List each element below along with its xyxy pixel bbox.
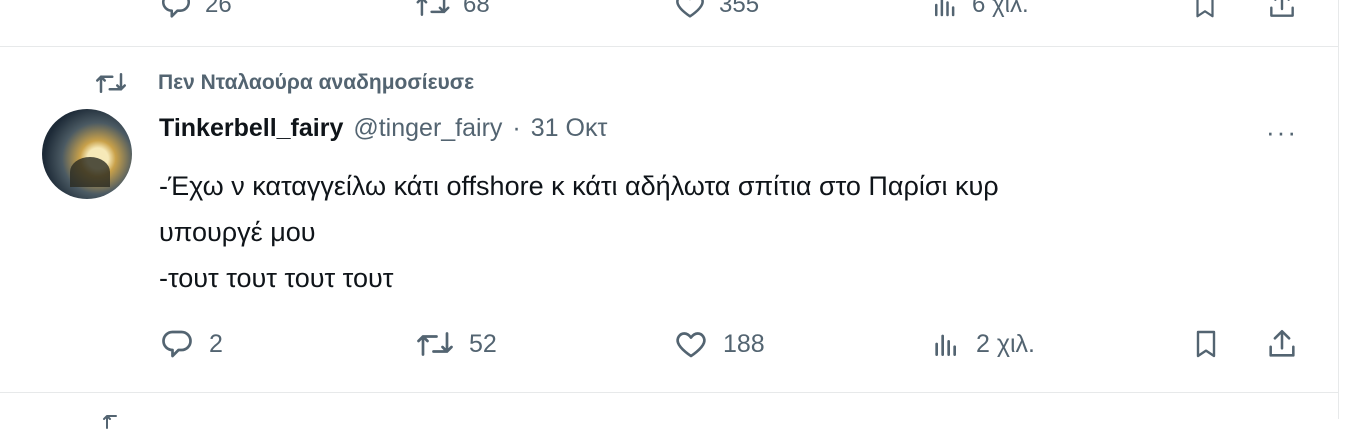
tweet-text-line: υπουργέ μου [159,217,316,247]
bookmark-button[interactable] [1190,320,1222,368]
reply-button[interactable]: 2 [159,320,223,368]
retweet-icon [415,326,455,362]
timeline: 26 68 355 6 χιλ. Πεν Νταλαούρα αναδημοσί… [0,0,1339,429]
heart-icon [673,0,707,22]
reply-icon [159,326,195,362]
retweet-icon [415,0,451,22]
retweet-count: 68 [463,0,490,18]
retweet-count: 52 [469,329,497,358]
view-count: 6 χιλ. [972,0,1029,18]
tweet-actions: 2 52 188 2 χιλ. [159,320,1309,368]
share-icon [1265,326,1299,362]
avatar[interactable] [42,109,132,199]
views-button[interactable]: 2 χιλ. [930,320,1035,368]
views-button[interactable]: 6 χιλ. [930,0,1029,22]
share-button[interactable] [1265,320,1299,368]
reply-button[interactable]: 26 [159,0,232,22]
bar-chart-icon [930,326,962,362]
like-count: 355 [719,0,760,18]
bookmark-button[interactable] [1190,0,1220,22]
reply-count: 26 [205,0,232,18]
next-tweet [0,392,1338,429]
tweet-text-line: -Έχω ν καταγγείλω κάτι offshore κ κάτι α… [159,171,999,201]
bar-chart-icon [930,0,960,22]
tweet-date[interactable]: 31 Οκτ [531,114,608,143]
retweet-button[interactable]: 52 [415,320,497,368]
previous-tweet: 26 68 355 6 χιλ. [0,0,1338,47]
bookmark-icon [1190,326,1222,362]
separator: · [512,114,521,142]
social-context: Πεν Νταλαούρα αναδημοσίευσε [92,66,474,100]
tweet-header: Tinkerbell_fairy @tinger_fairy · 31 Οκτ [159,114,607,152]
reply-count: 2 [209,329,223,358]
tweet-text-line: -τουτ τουτ τουτ τουτ [159,263,394,293]
more-icon[interactable]: ··· [1264,117,1300,147]
view-count: 2 χιλ. [976,329,1035,358]
retweet-button[interactable]: 68 [415,0,490,22]
share-icon [1266,0,1298,22]
author-handle[interactable]: @tinger_fairy [353,114,502,143]
like-count: 188 [723,329,765,358]
tweet-text: -Έχω ν καταγγείλω κάτι offshore κ κάτι α… [159,163,1269,301]
retweet-icon [96,409,134,433]
author-name[interactable]: Tinkerbell_fairy [159,114,343,143]
heart-icon [673,326,709,362]
like-button[interactable]: 355 [673,0,759,22]
social-context-label[interactable]: Πεν Νταλαούρα αναδημοσίευσε [158,71,474,95]
share-button[interactable] [1266,0,1298,22]
like-button[interactable]: 188 [673,320,765,368]
bookmark-icon [1190,0,1220,22]
retweet-icon [92,68,130,98]
reply-icon [159,0,193,22]
